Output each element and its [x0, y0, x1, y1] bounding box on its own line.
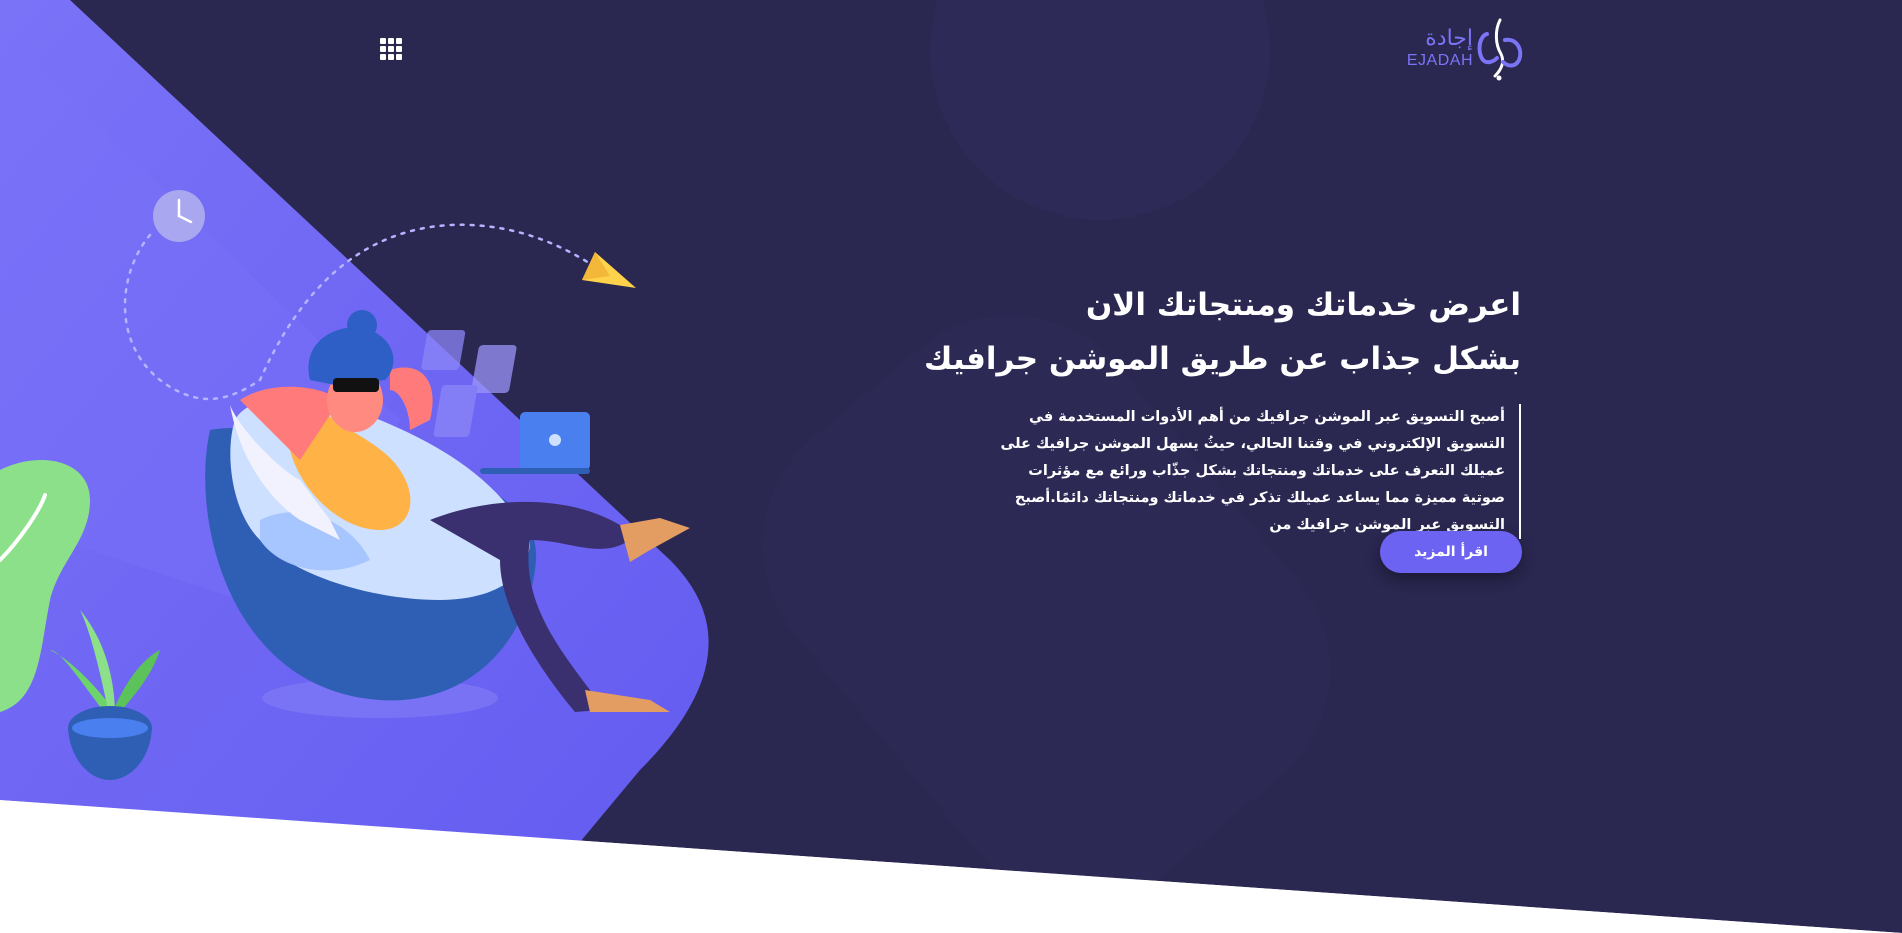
grid-menu-icon — [380, 38, 402, 60]
potted-plant — [50, 610, 160, 780]
hero-illustration — [0, 190, 690, 780]
hero-description: أصبح التسويق عبر الموشن جرافيك من أهم ال… — [985, 404, 1521, 539]
logo-text-latin: EJADAH — [1406, 52, 1473, 69]
site-logo[interactable]: إجادة EJADAH — [1405, 12, 1525, 82]
logo-mark-icon — [1477, 18, 1523, 81]
read-more-button[interactable]: اقرأ المزيد — [1380, 531, 1522, 573]
hero-title: اعرض خدماتك ومنتجاتك الان بشكل جذاب عن ط… — [921, 278, 1521, 386]
site-header: إجادة EJADAH — [0, 0, 1902, 100]
hero-text-block: اعرض خدماتك ومنتجاتك الان بشكل جذاب عن ط… — [921, 278, 1521, 539]
floating-windows — [421, 330, 517, 437]
hero-title-line-1: اعرض خدماتك ومنتجاتك الان — [1085, 287, 1521, 323]
hero-title-line-2: بشكل جذاب عن طريق الموشن جرافيك — [924, 341, 1521, 377]
landing-page: إجادة EJADAH اعرض خدماتك ومنتجاتك الان ب… — [0, 0, 1902, 933]
clock-icon — [153, 190, 205, 242]
paper-plane-icon — [582, 252, 636, 288]
menu-button[interactable] — [378, 36, 406, 64]
logo-text-arabic: إجادة — [1425, 26, 1473, 51]
